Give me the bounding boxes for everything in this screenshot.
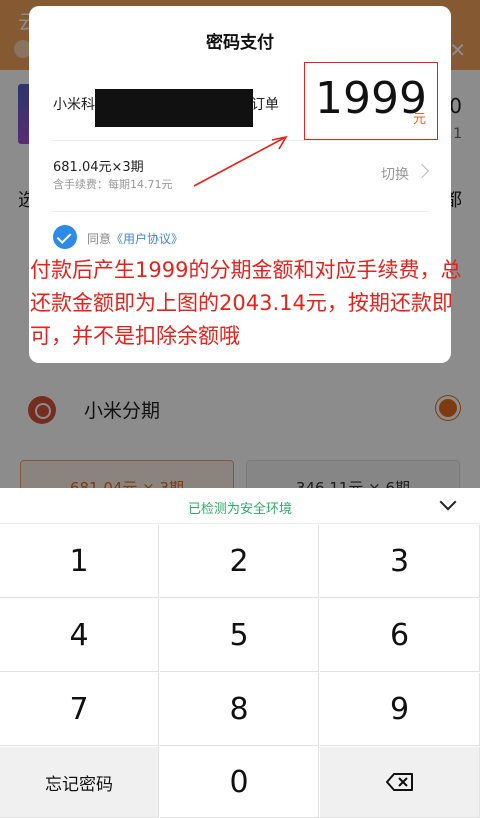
agreement-prefix: 同意 [87, 232, 112, 246]
delete-key[interactable] [320, 747, 480, 818]
secure-env-label: 已检测为安全环境 [187, 502, 292, 517]
installment-fee: 含手续费：每期14.71元 [53, 178, 173, 191]
redaction-bar [95, 89, 253, 127]
agree-checkbox[interactable] [53, 225, 77, 249]
dialog-title: 密码支付 [206, 33, 274, 53]
forgot-password-button[interactable]: 忘记密码 [0, 747, 159, 818]
secure-keyboard: 已检测为安全环境 1 2 3 4 5 6 7 8 9 忘记密码 0 [0, 488, 480, 818]
key-3[interactable]: 3 [320, 525, 480, 598]
chevron-right-icon [414, 163, 430, 179]
payment-amount: 1999 [315, 73, 427, 124]
keyboard-header: 已检测为安全环境 [0, 488, 480, 524]
key-2[interactable]: 2 [160, 525, 319, 598]
installment-plan: 681.04元×3期 [53, 160, 144, 175]
key-4[interactable]: 4 [0, 599, 159, 672]
amount-highlight-box: 1999 元 [304, 62, 438, 140]
key-8[interactable]: 8 [160, 673, 319, 746]
annotation-text: 付款后产生1999的分期金额和对应手续费，总还款金额即为上图的2043.14元，… [30, 258, 462, 348]
user-agreement-link[interactable]: 《用户协议》 [111, 232, 183, 246]
key-9[interactable]: 9 [320, 673, 480, 746]
merchant-name: 小米科 [53, 97, 95, 113]
key-6[interactable]: 6 [320, 599, 480, 672]
agreement-text: 同意《用户协议》 [87, 230, 183, 247]
switch-button[interactable]: 切换 [381, 164, 409, 184]
backspace-icon [385, 773, 413, 791]
key-0[interactable]: 0 [160, 747, 319, 818]
amount-unit: 元 [413, 112, 427, 127]
divider [51, 140, 429, 141]
key-7[interactable]: 7 [0, 673, 159, 746]
key-1[interactable]: 1 [0, 525, 159, 598]
key-5[interactable]: 5 [160, 599, 319, 672]
divider [51, 211, 429, 212]
